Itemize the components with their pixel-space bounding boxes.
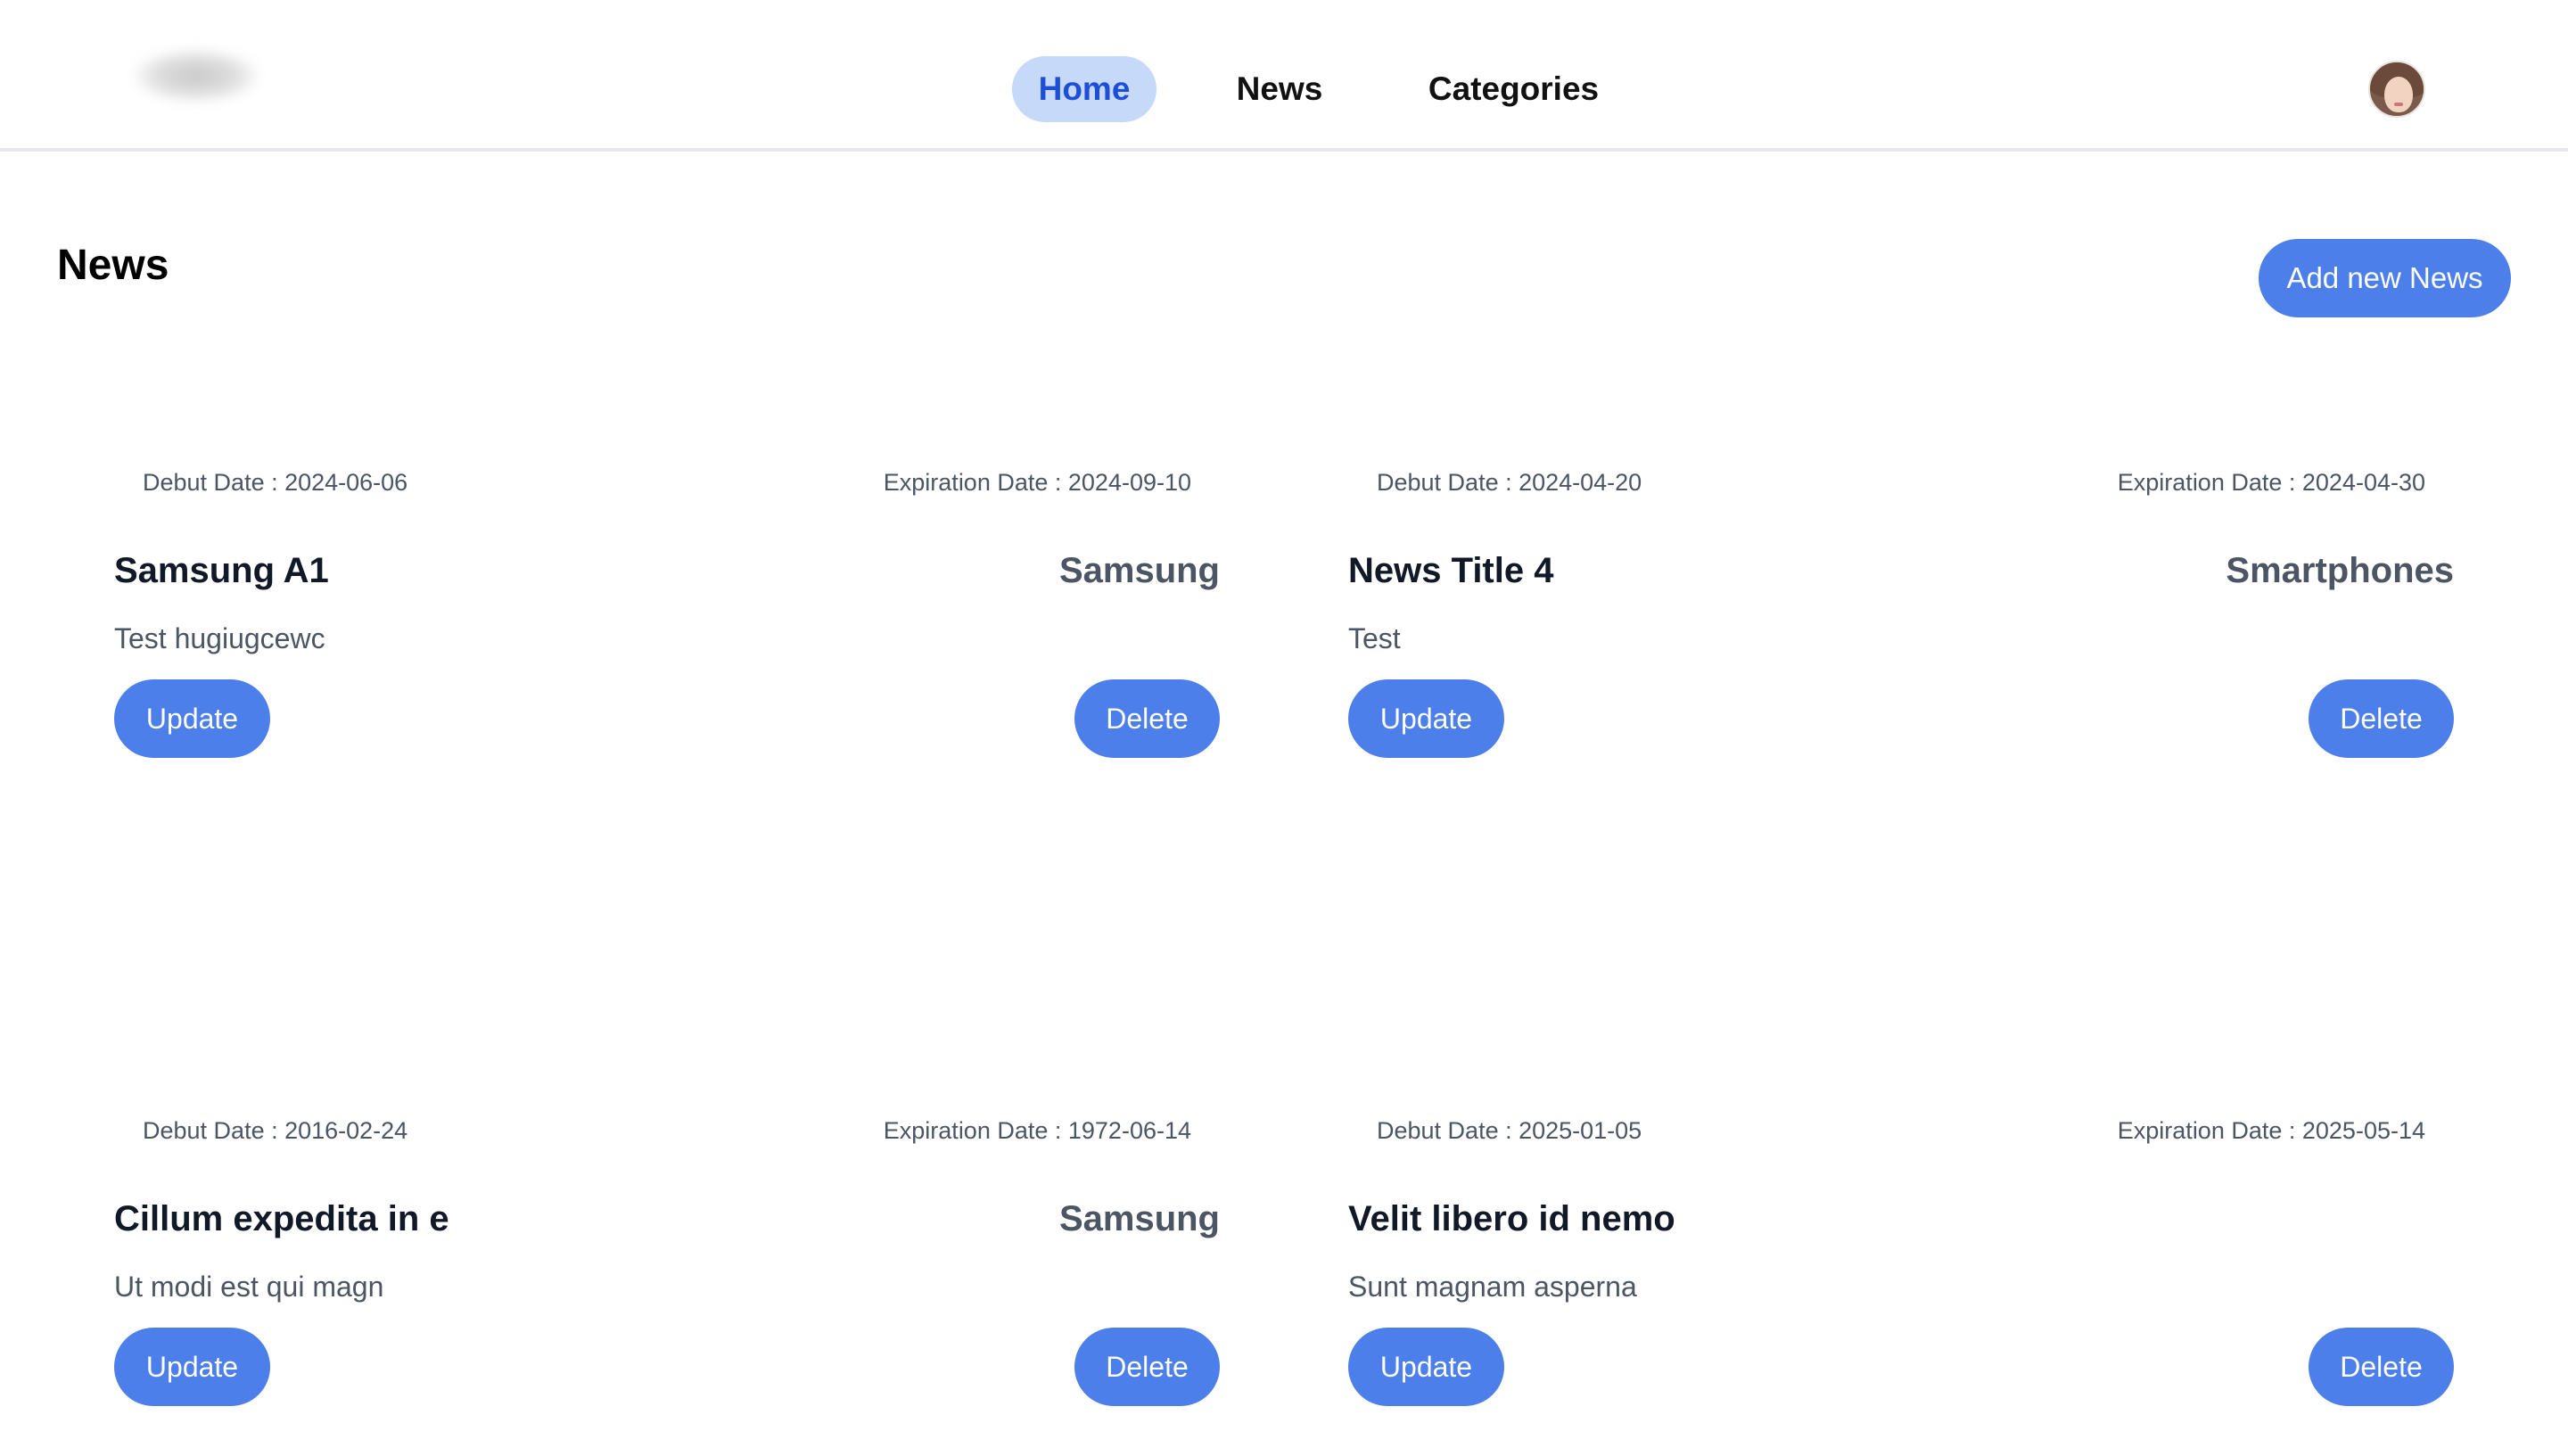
avatar-face: [2384, 77, 2413, 112]
news-title: News Title 4: [1348, 551, 1554, 590]
delete-button[interactable]: Delete: [2309, 679, 2454, 758]
news-dates: Debut Date : 2024-04-20 Expiration Date …: [1377, 469, 2425, 505]
news-card: Debut Date : 2025-01-05 Expiration Date …: [1348, 1117, 2454, 1456]
expiration-date: Expiration Date : 1972-06-14: [883, 1117, 1191, 1144]
news-description: Sunt magnam asperna: [1348, 1271, 1637, 1303]
nav-item-news[interactable]: News: [1213, 56, 1346, 122]
news-description: Test: [1348, 622, 1401, 654]
news-dates: Debut Date : 2024-06-06 Expiration Date …: [143, 469, 1191, 505]
update-button[interactable]: Update: [1348, 679, 1504, 758]
update-button[interactable]: Update: [1348, 1328, 1504, 1406]
page-title: News: [57, 242, 169, 289]
news-card: Debut Date : 2016-02-24 Expiration Date …: [114, 1117, 1220, 1456]
add-news-button[interactable]: Add new News: [2259, 239, 2511, 317]
debut-date: Debut Date : 2016-02-24: [143, 1117, 408, 1144]
debut-date: Debut Date : 2024-04-20: [1377, 469, 1642, 496]
delete-button[interactable]: Delete: [1074, 679, 1220, 758]
update-button[interactable]: Update: [114, 679, 270, 758]
news-category: Samsung: [1058, 551, 1220, 590]
update-button[interactable]: Update: [114, 1328, 270, 1406]
avatar-lips: [2394, 103, 2403, 106]
news-title: Velit libero id nemo: [1348, 1199, 1675, 1238]
expiration-date: Expiration Date : 2024-04-30: [2117, 469, 2425, 496]
news-category: Samsung: [1058, 1199, 1220, 1238]
news-category: Smartphones: [2226, 551, 2454, 590]
nav-item-home[interactable]: Home: [1012, 56, 1156, 122]
user-avatar[interactable]: [2368, 61, 2425, 118]
debut-date: Debut Date : 2025-01-05: [1377, 1117, 1642, 1144]
news-dates: Debut Date : 2025-01-05 Expiration Date …: [1377, 1117, 2425, 1153]
nav-item-categories[interactable]: Categories: [1404, 56, 1623, 122]
news-dates: Debut Date : 2016-02-24 Expiration Date …: [143, 1117, 1191, 1153]
news-title: Samsung A1: [114, 551, 329, 590]
news-title: Cillum expedita in e: [114, 1199, 449, 1238]
debut-date: Debut Date : 2024-06-06: [143, 469, 408, 496]
delete-button[interactable]: Delete: [1074, 1328, 1220, 1406]
expiration-date: Expiration Date : 2024-09-10: [883, 469, 1191, 496]
top-navbar: Home News Categories: [0, 0, 2568, 152]
expiration-date: Expiration Date : 2025-05-14: [2117, 1117, 2425, 1144]
news-description: Test hugiugcewc: [114, 622, 325, 654]
main-nav: Home News Categories: [0, 0, 2568, 152]
delete-button[interactable]: Delete: [2309, 1328, 2454, 1406]
news-card: Debut Date : 2024-06-06 Expiration Date …: [114, 469, 1220, 808]
news-card: Debut Date : 2024-04-20 Expiration Date …: [1348, 469, 2454, 808]
news-description: Ut modi est qui magn: [114, 1271, 384, 1303]
